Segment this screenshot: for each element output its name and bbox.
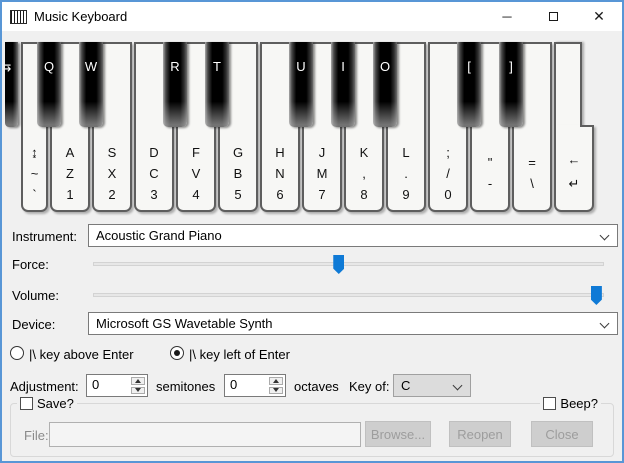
volume-label: Volume: xyxy=(12,288,59,303)
black-key-tab[interactable]: ⇆ xyxy=(5,42,18,127)
maximize-icon xyxy=(548,12,558,21)
octaves-value: 0 xyxy=(230,377,238,392)
black-key-w[interactable]: W xyxy=(79,42,103,127)
window-title: Music Keyboard xyxy=(34,9,128,24)
volume-slider-track[interactable] xyxy=(93,293,604,297)
file-input[interactable] xyxy=(49,422,361,447)
black-key-t[interactable]: T xyxy=(205,42,229,127)
close-file-button[interactable]: Close xyxy=(531,421,593,447)
arrow-up-icon xyxy=(273,378,279,383)
file-groupbox: Save? Beep? File: Browse... Reopen Close xyxy=(10,396,614,457)
semitones-stepper[interactable]: 0 xyxy=(86,374,148,397)
black-key-r[interactable]: R xyxy=(163,42,187,127)
semitones-label: semitones xyxy=(156,379,216,394)
instrument-value: Acoustic Grand Piano xyxy=(96,228,222,243)
force-label: Force: xyxy=(12,257,49,272)
save-checkbox-label: Save? xyxy=(37,396,74,411)
octaves-label: octaves xyxy=(294,379,339,394)
beep-checkbox-row[interactable]: Beep? xyxy=(540,396,601,411)
volume-slider-thumb[interactable] xyxy=(590,286,602,305)
save-checkbox[interactable] xyxy=(20,397,33,410)
tab-icon: ⇆ xyxy=(5,42,18,75)
force-slider-track[interactable] xyxy=(93,262,604,266)
close-button[interactable]: ✕ xyxy=(576,2,622,31)
beep-checkbox[interactable] xyxy=(543,397,557,410)
device-combobox[interactable]: Microsoft GS Wavetable Synth xyxy=(88,312,618,335)
key-of-label: Key of: xyxy=(349,379,390,394)
radio-key-left-of-enter-label[interactable]: |\ key left of Enter xyxy=(189,347,290,362)
device-value: Microsoft GS Wavetable Synth xyxy=(96,316,273,331)
enter-icon: ↵ xyxy=(568,176,580,191)
arrow-down-icon xyxy=(135,388,141,393)
piano-keyboard: ↨ ~ ` A Z 1 S X 2 D C 3 F V 4 G B 5 H N … xyxy=(2,42,622,218)
octaves-down-button[interactable] xyxy=(269,386,283,394)
chevron-down-icon xyxy=(452,380,463,391)
save-checkbox-row[interactable]: Save? xyxy=(17,396,77,411)
chevron-down-icon xyxy=(599,318,610,329)
arrow-up-icon xyxy=(135,378,141,383)
black-key-i[interactable]: I xyxy=(331,42,355,127)
radio-key-above-enter[interactable] xyxy=(10,346,24,360)
black-key-u[interactable]: U xyxy=(289,42,313,127)
browse-button[interactable]: Browse... xyxy=(365,421,431,447)
music-keyboard-window: Music Keyboard ─ ✕ ↨ ~ ` A Z 1 S X 2 D C… xyxy=(0,0,624,463)
black-key-q[interactable]: Q xyxy=(37,42,61,127)
maximize-button[interactable] xyxy=(530,2,576,31)
beep-checkbox-label: Beep? xyxy=(560,396,598,411)
semitones-down-button[interactable] xyxy=(131,386,145,394)
chevron-down-icon xyxy=(599,230,610,241)
app-icon xyxy=(10,9,27,24)
force-slider-thumb[interactable] xyxy=(333,255,345,274)
reopen-button[interactable]: Reopen xyxy=(449,421,511,447)
force-slider[interactable] xyxy=(93,254,604,276)
black-key-o[interactable]: O xyxy=(373,42,397,127)
file-label: File: xyxy=(24,428,49,443)
volume-slider[interactable] xyxy=(93,285,604,307)
radio-key-above-enter-label[interactable]: |\ key above Enter xyxy=(29,347,134,362)
white-key-enter[interactable]: ← ↵ xyxy=(554,42,594,212)
octaves-up-button[interactable] xyxy=(269,377,283,385)
adjustment-label: Adjustment: xyxy=(10,379,79,394)
black-key-rbracket[interactable]: ] xyxy=(499,42,523,127)
black-key-lbracket[interactable]: [ xyxy=(457,42,481,127)
arrow-down-icon xyxy=(273,388,279,393)
titlebar: Music Keyboard ─ ✕ xyxy=(2,2,622,31)
backspace-icon: ← xyxy=(567,152,581,167)
device-label: Device: xyxy=(12,317,56,332)
instrument-label: Instrument: xyxy=(12,229,78,244)
minimize-button[interactable]: ─ xyxy=(484,2,530,31)
key-of-value: C xyxy=(401,378,411,393)
radio-key-left-of-enter[interactable] xyxy=(170,346,184,360)
octaves-stepper[interactable]: 0 xyxy=(224,374,286,397)
key-of-combobox[interactable]: C xyxy=(393,374,471,397)
instrument-combobox[interactable]: Acoustic Grand Piano xyxy=(88,224,618,247)
semitones-value: 0 xyxy=(92,377,100,392)
semitones-up-button[interactable] xyxy=(131,377,145,385)
